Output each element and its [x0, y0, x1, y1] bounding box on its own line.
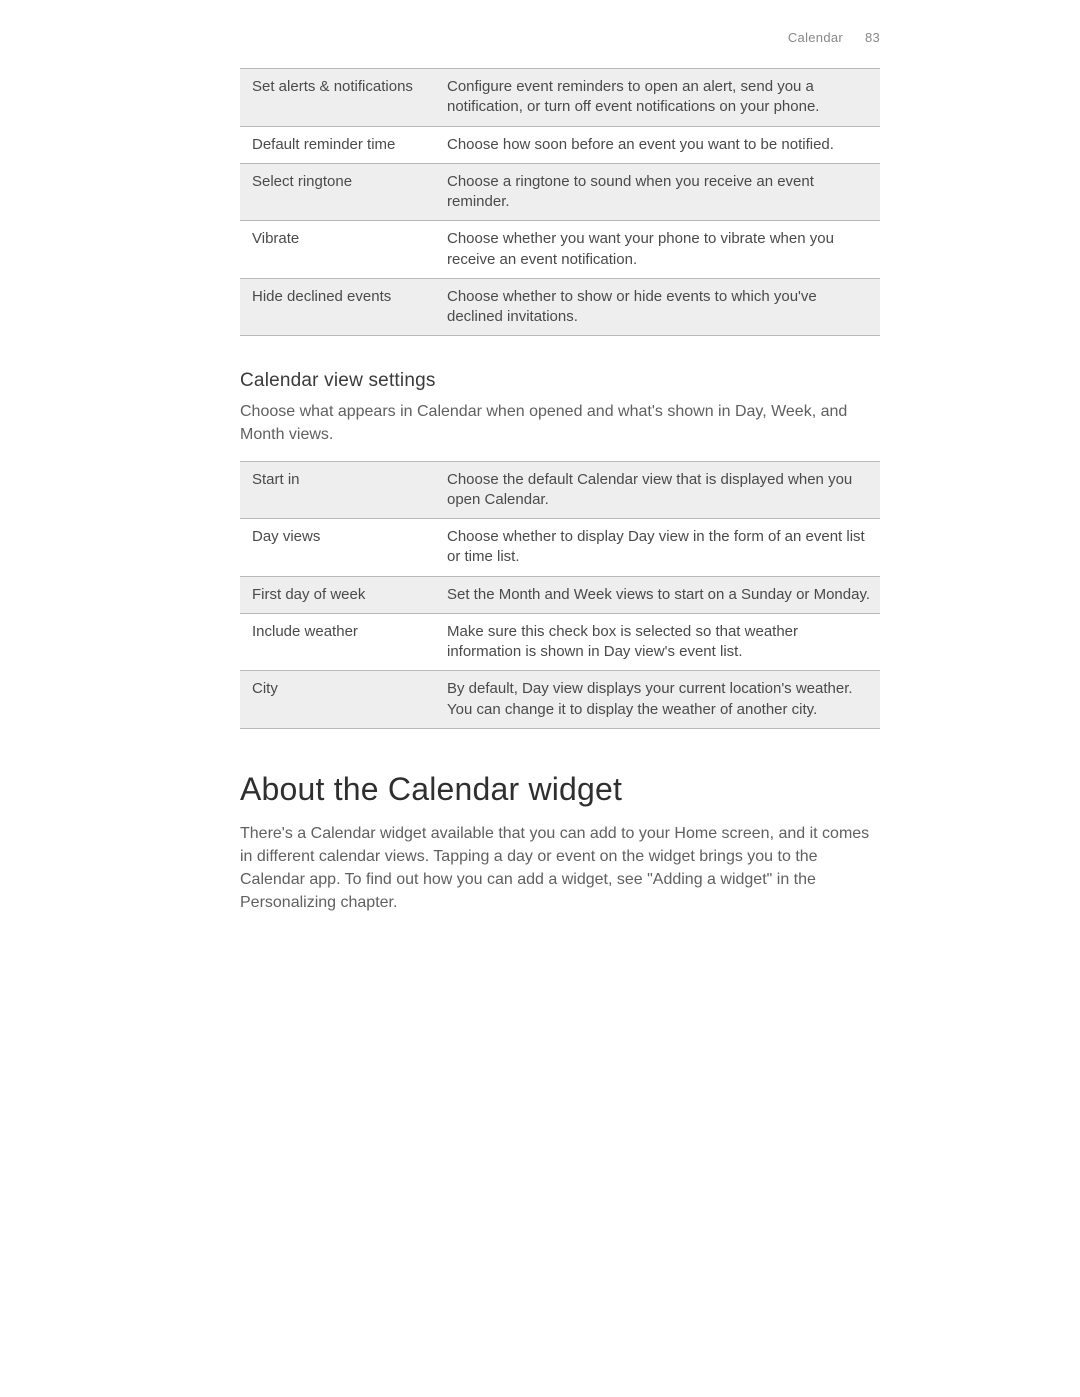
setting-desc: By default, Day view displays your curre…	[435, 671, 880, 729]
setting-label: First day of week	[240, 576, 435, 613]
content-area: Set alerts & notifications Configure eve…	[240, 68, 880, 915]
view-settings-table: Start in Choose the default Calendar vie…	[240, 461, 880, 729]
setting-label: Select ringtone	[240, 163, 435, 221]
page-header: Calendar 83	[788, 30, 880, 45]
view-settings-intro: Choose what appears in Calendar when ope…	[240, 400, 880, 446]
table-row: Hide declined events Choose whether to s…	[240, 278, 880, 336]
setting-desc: Choose a ringtone to sound when you rece…	[435, 163, 880, 221]
header-page-number: 83	[865, 30, 880, 45]
table-row: First day of week Set the Month and Week…	[240, 576, 880, 613]
widget-heading: About the Calendar widget	[240, 771, 880, 808]
setting-desc: Choose whether you want your phone to vi…	[435, 221, 880, 279]
setting-desc: Set the Month and Week views to start on…	[435, 576, 880, 613]
header-section: Calendar	[788, 30, 843, 45]
table-row: Include weather Make sure this check box…	[240, 613, 880, 671]
setting-label: Hide declined events	[240, 278, 435, 336]
setting-label: Day views	[240, 519, 435, 577]
table-row: Select ringtone Choose a ringtone to sou…	[240, 163, 880, 221]
setting-desc: Make sure this check box is selected so …	[435, 613, 880, 671]
table-row: Start in Choose the default Calendar vie…	[240, 461, 880, 519]
setting-label: Start in	[240, 461, 435, 519]
setting-desc: Choose whether to display Day view in th…	[435, 519, 880, 577]
widget-body: There's a Calendar widget available that…	[240, 822, 880, 915]
table-row: City By default, Day view displays your …	[240, 671, 880, 729]
view-settings-heading: Calendar view settings	[240, 370, 880, 392]
setting-desc: Choose the default Calendar view that is…	[435, 461, 880, 519]
setting-label: Include weather	[240, 613, 435, 671]
setting-desc: Choose whether to show or hide events to…	[435, 278, 880, 336]
table-row: Vibrate Choose whether you want your pho…	[240, 221, 880, 279]
table-row: Default reminder time Choose how soon be…	[240, 126, 880, 163]
setting-desc: Choose how soon before an event you want…	[435, 126, 880, 163]
setting-label: City	[240, 671, 435, 729]
setting-label: Vibrate	[240, 221, 435, 279]
reminder-settings-table: Set alerts & notifications Configure eve…	[240, 68, 880, 336]
setting-desc: Configure event reminders to open an ale…	[435, 69, 880, 127]
setting-label: Default reminder time	[240, 126, 435, 163]
setting-label: Set alerts & notifications	[240, 69, 435, 127]
table-row: Set alerts & notifications Configure eve…	[240, 69, 880, 127]
page: Calendar 83 Set alerts & notifications C…	[0, 0, 1080, 1397]
table-row: Day views Choose whether to display Day …	[240, 519, 880, 577]
